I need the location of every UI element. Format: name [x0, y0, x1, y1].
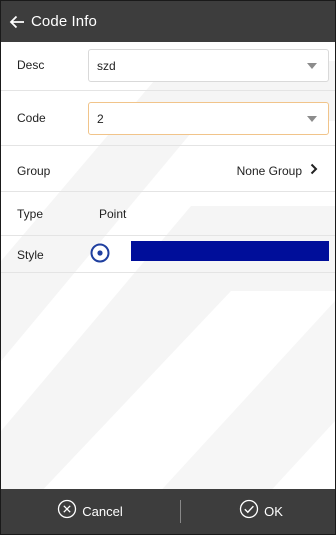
cancel-label: Cancel: [82, 504, 123, 519]
group-value: None Group: [236, 163, 302, 178]
page-title: Code Info: [31, 13, 97, 30]
dialog-frame: Code Info Desc szd Code 2 Group None Gro…: [0, 0, 336, 535]
desc-select[interactable]: szd: [88, 49, 329, 82]
code-select[interactable]: 2: [88, 102, 329, 135]
footer-bar: Cancel OK: [1, 489, 335, 534]
header-bar: Code Info: [1, 1, 335, 42]
style-row: Style: [1, 236, 335, 273]
desc-label: Desc: [17, 58, 45, 72]
check-circle-icon: [239, 499, 259, 524]
dropdown-caret-icon: [307, 63, 317, 69]
code-value: 2: [97, 112, 104, 126]
style-label: Style: [17, 248, 44, 262]
code-label: Code: [17, 111, 46, 125]
cancel-button[interactable]: Cancel: [35, 489, 145, 534]
chevron-right-icon: [310, 163, 318, 178]
group-label: Group: [17, 164, 51, 178]
code-row: Code 2: [1, 91, 335, 146]
ok-button[interactable]: OK: [221, 489, 301, 534]
radio-selected-icon[interactable]: [90, 243, 110, 263]
type-row: Type Point: [1, 192, 335, 236]
group-row[interactable]: Group None Group: [1, 146, 335, 192]
back-arrow-icon[interactable]: [6, 11, 28, 33]
desc-row: Desc szd: [1, 42, 335, 91]
group-selector[interactable]: None Group: [237, 163, 318, 178]
dropdown-caret-icon: [307, 116, 317, 122]
ok-label: OK: [264, 504, 283, 519]
type-value: Point: [99, 207, 127, 221]
desc-value: szd: [97, 59, 116, 73]
cancel-circle-icon: [57, 499, 77, 524]
style-color-swatch[interactable]: [131, 241, 329, 261]
footer-divider: [180, 500, 181, 523]
type-label: Type: [17, 207, 44, 221]
